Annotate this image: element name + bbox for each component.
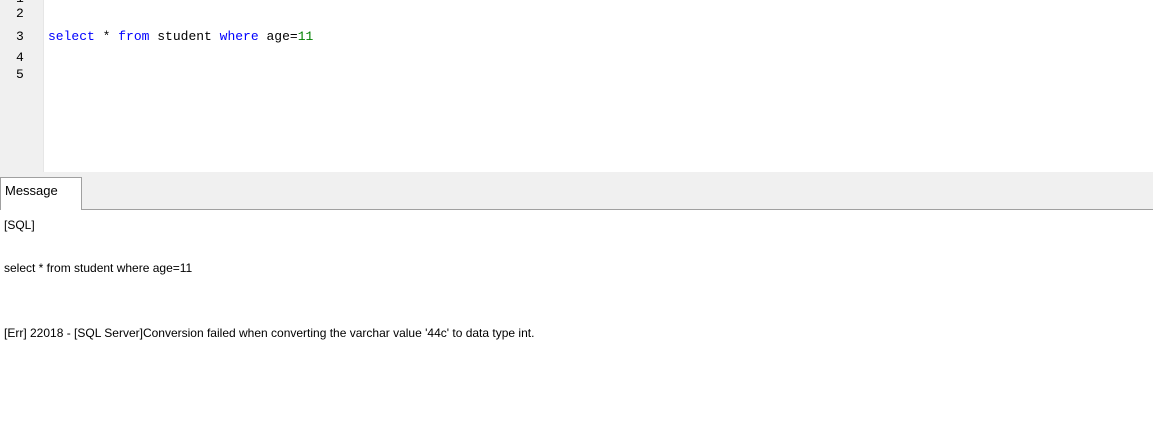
- code-star: *: [94, 29, 119, 44]
- keyword-from: from: [118, 29, 150, 44]
- line-number-3: 3: [16, 29, 24, 44]
- query-editor[interactable]: 1 2 3 4 5 select * from student where ag…: [0, 0, 1153, 172]
- line-number-5: 5: [16, 67, 24, 82]
- results-tab-strip: Message: [0, 172, 1153, 210]
- message-error-text: [Err] 22018 - [SQL Server]Conversion fai…: [4, 326, 535, 340]
- message-output: [SQL] select * from student where age=11…: [0, 210, 1153, 442]
- code-condition: age=: [258, 29, 298, 44]
- line-number-2: 2: [16, 6, 24, 21]
- sql-client-window: 1 2 3 4 5 select * from student where ag…: [0, 0, 1153, 442]
- keyword-where: where: [219, 29, 259, 44]
- tab-message[interactable]: Message: [0, 177, 82, 210]
- code-number-literal: 11: [297, 29, 314, 44]
- line-number-gutter: 1 2 3 4 5: [0, 0, 44, 172]
- message-sql-header: [SQL]: [4, 218, 35, 232]
- code-line-3[interactable]: select * from student where age=11: [48, 29, 313, 44]
- code-table-name: student: [149, 29, 220, 44]
- keyword-select: select: [48, 29, 95, 44]
- message-query-text: select * from student where age=11: [4, 261, 193, 275]
- line-number-4: 4: [16, 50, 24, 65]
